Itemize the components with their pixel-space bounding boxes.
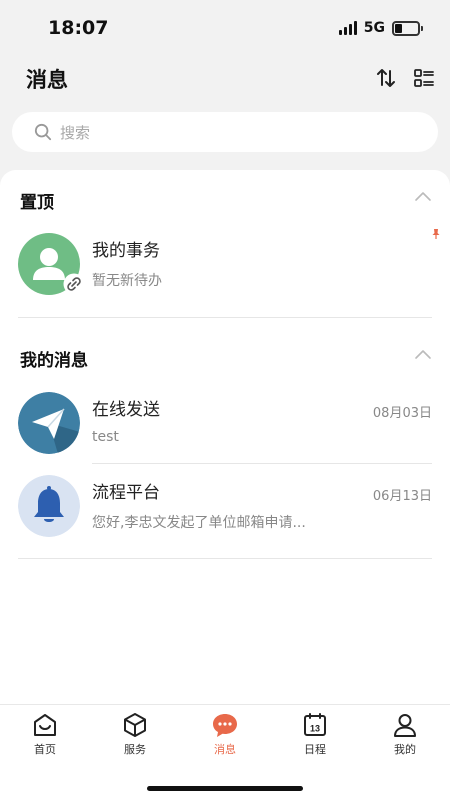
row-date: 08月03日 (372, 406, 432, 421)
row-subtitle: 您好,李忠文发起了单位邮箱申请... (92, 515, 306, 531)
tab-schedule[interactable]: 13 日程 (270, 711, 360, 763)
tab-services[interactable]: 服务 (90, 711, 180, 763)
chevron-up-icon[interactable] (414, 190, 432, 202)
avatar (18, 233, 85, 295)
tab-label: 日程 (304, 743, 326, 756)
chevron-up-icon[interactable] (414, 348, 432, 360)
list-item-my-affairs[interactable]: 我的事务 暂无新待办 (18, 233, 432, 299)
pinned-section-header[interactable]: 置顶 (18, 184, 432, 214)
paper-plane-icon (18, 392, 80, 454)
person-icon (394, 714, 416, 737)
search-icon (34, 123, 52, 141)
list-menu-icon[interactable] (412, 66, 436, 90)
home-indicator (147, 786, 303, 791)
signal-icon (338, 21, 357, 35)
message-list-panel: 置顶 我的事务 暂无新待办 我的消息 在线发送 test 08月03日 流程平台… (0, 170, 450, 704)
tab-profile[interactable]: 我的 (360, 711, 450, 763)
status-time: 18:07 (48, 17, 109, 39)
divider (18, 317, 432, 318)
pinned-section-title: 置顶 (20, 193, 54, 213)
messages-section-title: 我的消息 (20, 351, 88, 371)
status-indicators: 5G (338, 20, 423, 36)
sort-icon[interactable] (374, 66, 398, 90)
chat-bubble-icon (213, 714, 237, 737)
search-placeholder: 搜索 (60, 123, 91, 142)
row-subtitle: test (92, 429, 119, 445)
avatar (18, 475, 80, 537)
list-item-workflow-platform[interactable]: 流程平台 您好,李忠文发起了单位邮箱申请... 06月13日 (18, 475, 432, 541)
battery-icon (392, 20, 423, 36)
nav-bar: 消息 (0, 56, 450, 104)
search-input[interactable]: 搜索 (12, 112, 438, 152)
divider (92, 463, 432, 464)
tab-messages[interactable]: 消息 (180, 711, 270, 763)
tab-label: 我的 (394, 743, 416, 756)
network-label: 5G (363, 20, 385, 36)
bell-icon (18, 475, 80, 537)
row-title: 流程平台 (92, 483, 160, 503)
tab-label: 首页 (34, 743, 56, 756)
row-date: 06月13日 (372, 489, 432, 504)
tab-home[interactable]: 首页 (0, 711, 90, 763)
home-icon (34, 714, 56, 736)
row-title: 在线发送 (92, 400, 160, 420)
link-icon (63, 273, 85, 295)
svg-text:13: 13 (310, 724, 320, 734)
divider (18, 558, 432, 559)
cube-icon (124, 713, 146, 737)
row-subtitle: 暂无新待办 (92, 273, 162, 289)
calendar-icon: 13 (304, 713, 326, 736)
page-title: 消息 (26, 68, 68, 92)
list-item-online-send[interactable]: 在线发送 test 08月03日 (18, 392, 432, 458)
tab-label: 服务 (124, 743, 146, 756)
row-title: 我的事务 (92, 241, 160, 261)
messages-section-header[interactable]: 我的消息 (18, 342, 432, 372)
avatar (18, 392, 80, 454)
status-bar: 18:07 5G (0, 0, 450, 56)
bottom-tab-bar: 首页 服务 消息 13 日程 我的 (0, 704, 450, 799)
tab-label: 消息 (214, 743, 236, 756)
